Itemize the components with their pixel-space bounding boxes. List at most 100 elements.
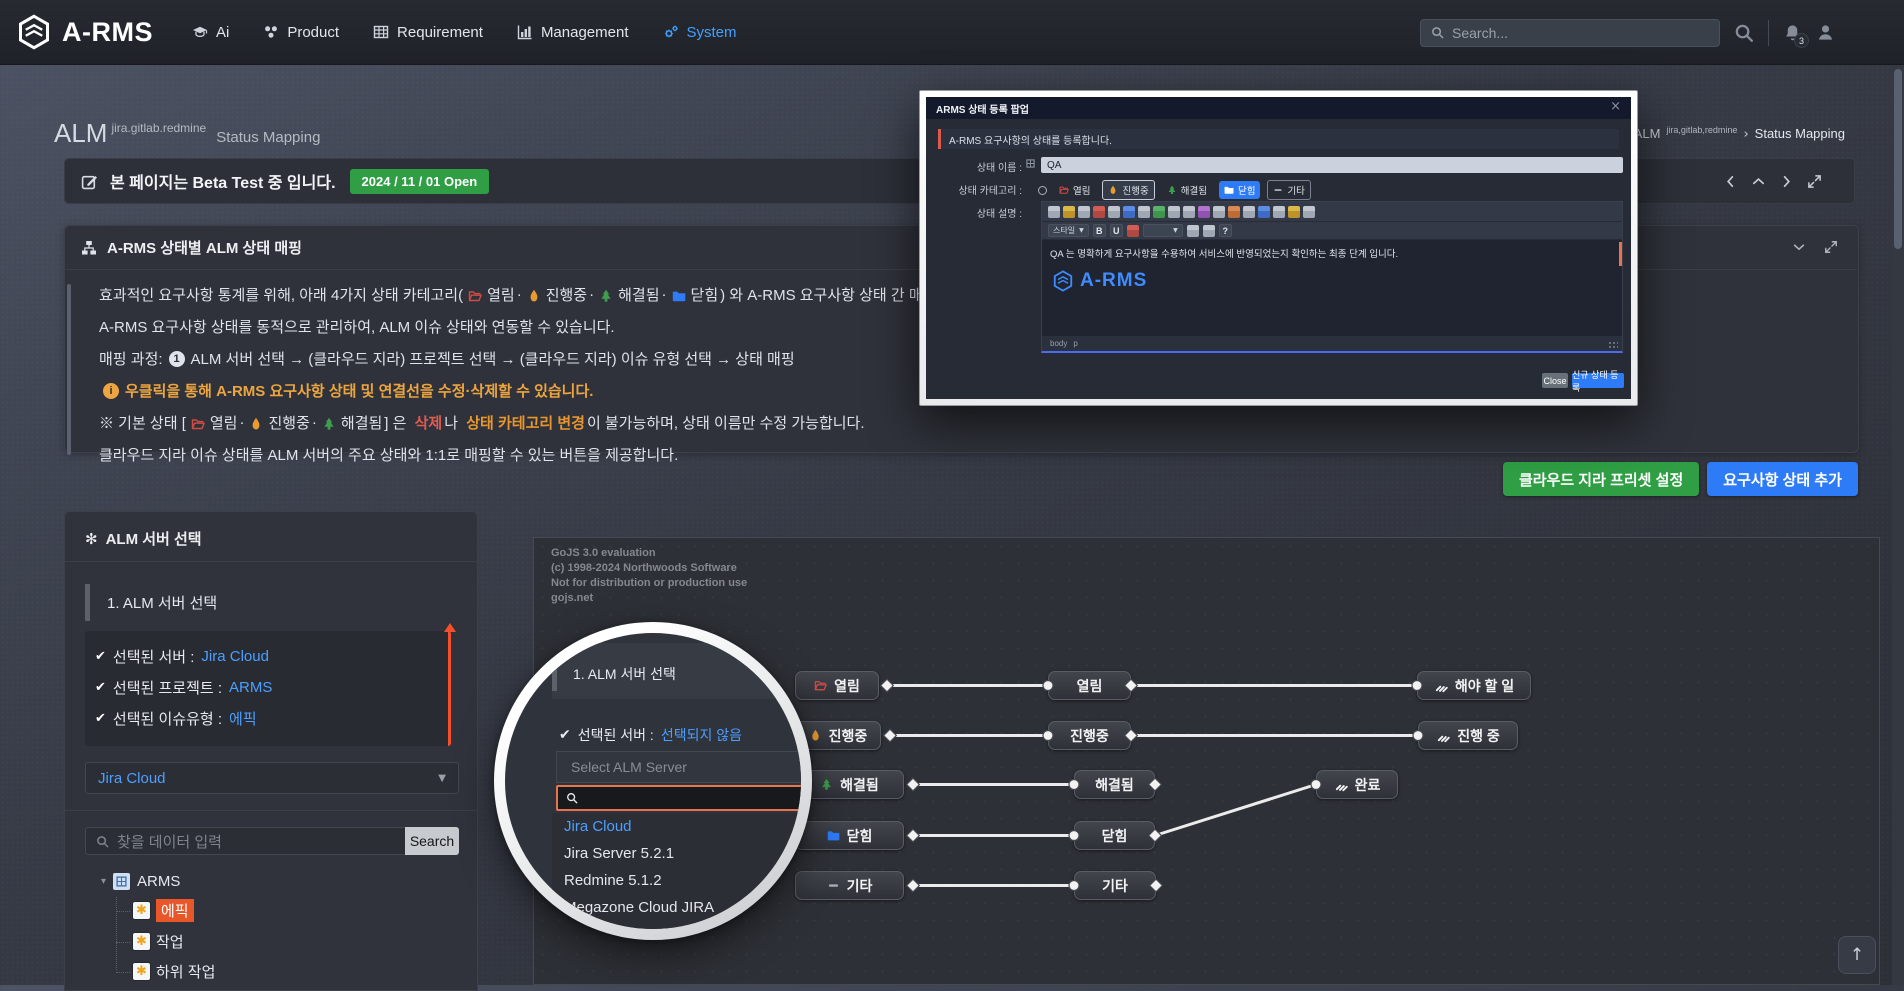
selected-project-value[interactable]: ARMS (229, 679, 272, 696)
status-name-input[interactable]: QA (1041, 157, 1623, 173)
editor-toolbar-icon[interactable] (1243, 206, 1255, 218)
tree-connector (116, 911, 130, 912)
page-title: ALM jira.gitlab.redmine Status Mapping (54, 118, 320, 149)
editor-toolbar-icon[interactable] (1078, 206, 1090, 218)
prev-button[interactable] (1723, 174, 1738, 189)
server-option[interactable]: Jira Cloud (552, 813, 801, 840)
modal-header: ARMS 상태 등록 팝업 × (926, 97, 1631, 119)
search-button[interactable] (1734, 23, 1754, 43)
editor-scrollbar[interactable] (1619, 242, 1622, 266)
editor-toolbar-icon[interactable] (1303, 206, 1315, 218)
tree-item-epic[interactable]: ✱ 에픽 (109, 899, 477, 922)
status-tag-body[interactable]: body (1050, 339, 1067, 348)
editor-toolbar-icon[interactable] (1228, 206, 1240, 218)
editor-brand: A-RMS (1052, 270, 1147, 292)
modal-close-icon[interactable]: × (1610, 99, 1621, 114)
nav-item-product[interactable]: Product (263, 24, 339, 41)
editor-toolbar-icon[interactable] (1123, 206, 1135, 218)
category-option-closed[interactable]: 닫힘 (1219, 181, 1260, 199)
tree-search-button[interactable]: Search (405, 827, 459, 855)
editor-toolbar-icon[interactable] (1108, 206, 1120, 218)
beta-open-date-badge: 2024 / 11 / 01 Open (350, 169, 490, 194)
editor-toolbar-icon[interactable] (1203, 225, 1215, 237)
category-option-etc[interactable]: 기타 (1267, 180, 1310, 200)
next-button[interactable] (1779, 174, 1794, 189)
editor-toolbar-icon[interactable] (1288, 206, 1300, 218)
search-input[interactable] (1452, 25, 1692, 41)
editor-toolbar-row1 (1042, 202, 1622, 222)
tree-root-row[interactable]: ▾ ARMS (101, 873, 477, 890)
font-dropdown[interactable]: ▼ (1143, 224, 1183, 237)
category-option-resolved[interactable]: 해결됨 (1162, 181, 1212, 199)
panel-expand-button[interactable] (1824, 240, 1838, 254)
description-editor[interactable]: 스타일▼ B U ▼ ? QA 는 명확하게 요구사항을 수용하여 서비스에 반… (1041, 201, 1623, 353)
jira-preset-button[interactable]: 클라우드 지라 프리셋 설정 (1503, 462, 1699, 496)
scroll-to-top-button[interactable]: ↑ (1838, 936, 1876, 974)
editor-status-bar: body p (1042, 336, 1622, 351)
chevron-down-icon: ▼ (438, 773, 446, 784)
scrollbar-thumb[interactable] (1894, 69, 1902, 249)
nav-item-label: Ai (216, 24, 229, 41)
server-option[interactable]: Redmine 5.1.2 (552, 867, 801, 894)
alm-server-select[interactable]: Select ALM Server (556, 751, 801, 783)
style-dropdown[interactable]: 스타일▼ (1048, 224, 1089, 237)
modal-submit-button[interactable]: 신규 상태 등록 (1572, 373, 1624, 388)
editor-toolbar-icon[interactable] (1273, 206, 1285, 218)
underline-icon[interactable]: U (1110, 224, 1123, 237)
modal-close-button[interactable]: Close (1542, 373, 1568, 388)
tree-item-subtask[interactable]: ✱ 하위 작업 (109, 961, 477, 982)
nav-item-requirement[interactable]: Requirement (373, 24, 483, 41)
add-status-button[interactable]: 요구사항 상태 추가 (1707, 462, 1858, 496)
page-title-main: ALM (54, 118, 107, 149)
editor-toolbar-icon[interactable] (1183, 206, 1195, 218)
editor-toolbar-icon[interactable] (1063, 206, 1075, 218)
editor-content[interactable]: QA 는 명확하게 요구사항을 수용하여 서비스에 반영되었는지 확인하는 최종… (1042, 240, 1622, 336)
page-scrollbar[interactable] (1892, 65, 1904, 985)
editor-toolbar-icon[interactable] (1093, 206, 1105, 218)
radio-icon[interactable] (1038, 186, 1047, 195)
delete-highlight: 삭제 (415, 412, 443, 433)
collapse-button[interactable] (1751, 174, 1766, 189)
beta-message: 본 페이지는 Beta Test 중 입니다. (110, 169, 336, 193)
resize-grip[interactable] (1608, 341, 1618, 349)
nav-item-management[interactable]: Management (517, 24, 629, 41)
editor-toolbar-icon[interactable] (1138, 206, 1150, 218)
notifications-button[interactable]: 3 (1783, 23, 1802, 42)
selected-issuetype-value[interactable]: 에픽 (229, 708, 257, 729)
editor-toolbar-icon[interactable] (1168, 206, 1180, 218)
search-icon (566, 792, 578, 804)
brand-logo[interactable]: A-RMS (16, 14, 166, 50)
selected-server-value[interactable]: Jira Cloud (201, 648, 269, 665)
category-option-progress[interactable]: 진행중 (1102, 180, 1154, 200)
editor-toolbar-icon[interactable] (1187, 225, 1199, 237)
server-dropdown[interactable]: Jira Cloud ▼ (85, 762, 459, 794)
tree-item-task[interactable]: ✱ 작업 (109, 931, 477, 952)
editor-toolbar-icon[interactable] (1258, 206, 1270, 218)
category-option-open[interactable]: 열림 (1054, 181, 1095, 199)
editor-toolbar-icon[interactable] (1198, 206, 1210, 218)
help-icon[interactable]: ? (1219, 224, 1232, 237)
arms-logo-icon (16, 14, 52, 50)
nav-item-system[interactable]: System (663, 24, 737, 41)
divider (65, 561, 477, 562)
editor-toolbar-icon[interactable] (1048, 206, 1060, 218)
tree-item-label: 하위 작업 (156, 961, 215, 982)
bold-icon[interactable]: B (1093, 224, 1106, 237)
tree-expander-icon[interactable]: ▾ (101, 876, 106, 887)
expand-button[interactable] (1807, 174, 1822, 189)
nav-item-ai[interactable]: Ai (192, 24, 229, 41)
user-menu-button[interactable] (1816, 23, 1835, 42)
panel-collapse-button[interactable] (1792, 240, 1806, 254)
server-option[interactable]: Jira Server 5.2.1 (552, 840, 801, 867)
tree-connector (116, 942, 130, 943)
server-option[interactable]: Megazone Cloud JIRA (552, 894, 801, 921)
flame-icon (527, 289, 541, 303)
expand-icon (1807, 174, 1822, 189)
editor-toolbar-icon[interactable] (1153, 206, 1165, 218)
font-color-icon[interactable] (1127, 225, 1139, 237)
magnified-selected-server-row: ✔ 선택된 서버 : 선택되지 않음 (559, 725, 742, 745)
server-filter-input[interactable] (556, 785, 801, 811)
editor-toolbar-icon[interactable] (1213, 206, 1225, 218)
tree-search-input[interactable]: 찾을 데이터 입력 (117, 831, 222, 852)
status-tag-p[interactable]: p (1073, 339, 1077, 348)
